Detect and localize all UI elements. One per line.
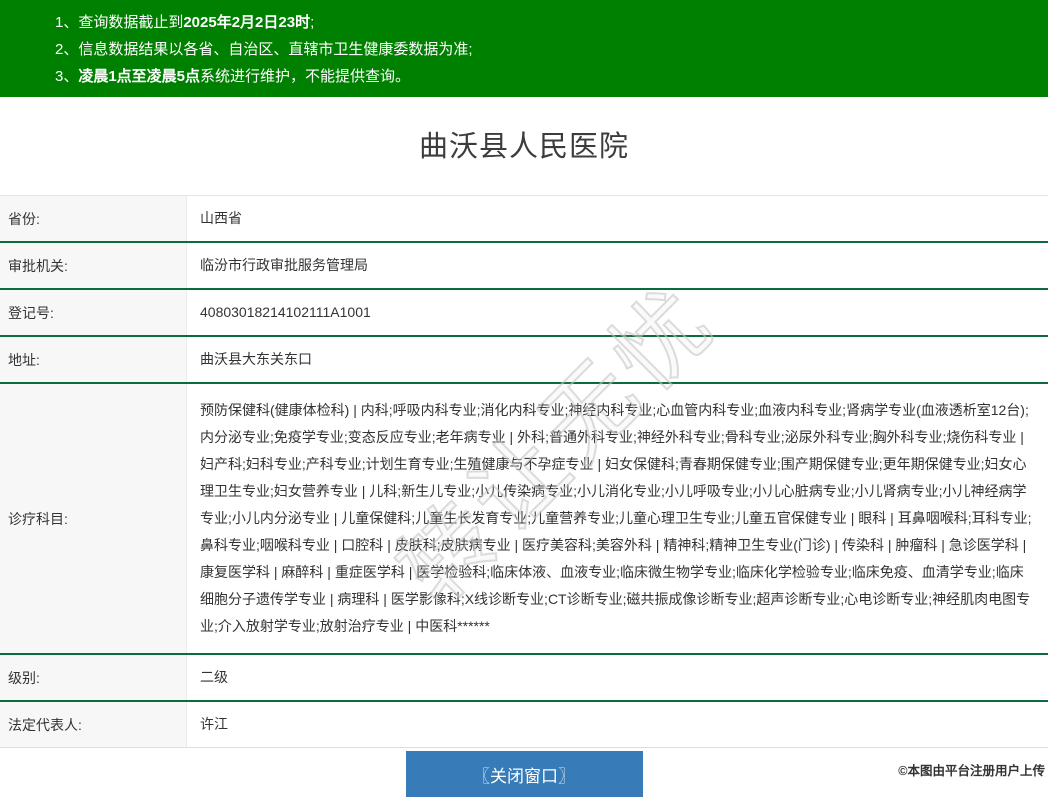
notice-bold-text: 凌晨1点至凌晨5点	[78, 68, 201, 85]
table-row-approval-authority: 审批机关: 临汾市行政审批服务管理局	[0, 243, 1048, 290]
row-value: 临汾市行政审批服务管理局	[200, 257, 368, 273]
notice-bar: 1、查询数据截止到2025年2月2日23时; 2、信息数据结果以各省、自治区、直…	[0, 0, 1048, 97]
table-row-registration-number: 登记号: 40803018214102111A1001	[0, 290, 1048, 337]
table-row-province: 省份: 山西省	[0, 196, 1048, 243]
notice-text: 3、	[55, 68, 79, 85]
row-label: 省份:	[0, 196, 187, 241]
row-label: 法定代表人:	[0, 702, 187, 747]
table-row-medical-subjects: 诊疗科目: 预防保健科(健康体检科) | 内科;呼吸内科专业;消化内科专业;神经…	[0, 384, 1048, 655]
close-window-button[interactable]: 〖关闭窗口〗	[405, 751, 643, 797]
upload-note: ©本图由平台注册用户上传	[898, 764, 1045, 778]
page-title: 曲沃县人民医院	[418, 131, 629, 163]
row-value: 二级	[200, 669, 228, 685]
row-label: 级别:	[0, 655, 187, 700]
notice-text: ;	[310, 14, 315, 31]
table-row-legal-representative: 法定代表人: 许江	[0, 702, 1048, 748]
notice-line-3: 3、凌晨1点至凌晨5点系统进行维护，不能提供查询。	[55, 63, 1028, 90]
notice-text: 2、信息数据结果以各省、自治区、直辖市卫生健康委数据为准;	[55, 41, 473, 58]
table-row-address: 地址: 曲沃县大东关东口	[0, 337, 1048, 384]
notice-line-2: 2、信息数据结果以各省、自治区、直辖市卫生健康委数据为准;	[55, 36, 1028, 63]
notice-text: 1、查询数据截止到	[55, 14, 184, 31]
row-label: 审批机关:	[0, 243, 187, 288]
notice-line-1: 1、查询数据截止到2025年2月2日23时;	[55, 9, 1028, 36]
notice-bold-text: 2025年2月2日23时	[183, 14, 311, 31]
hospital-detail-table: 省份: 山西省 审批机关: 临汾市行政审批服务管理局 登记号: 40803018…	[0, 195, 1048, 748]
row-label: 登记号:	[0, 290, 187, 335]
notice-text: 系统进行维护，不能提供查询。	[200, 68, 411, 85]
row-value: 40803018214102111A1001	[200, 304, 371, 320]
row-value: 预防保健科(健康体检科) | 内科;呼吸内科专业;消化内科专业;神经内科专业;心…	[200, 402, 1032, 634]
row-label: 诊疗科目:	[0, 384, 187, 653]
row-value: 山西省	[200, 210, 242, 226]
row-value: 许江	[200, 716, 228, 732]
table-row-level: 级别: 二级	[0, 655, 1048, 702]
row-label: 地址:	[0, 337, 187, 382]
row-value: 曲沃县大东关东口	[200, 351, 312, 367]
